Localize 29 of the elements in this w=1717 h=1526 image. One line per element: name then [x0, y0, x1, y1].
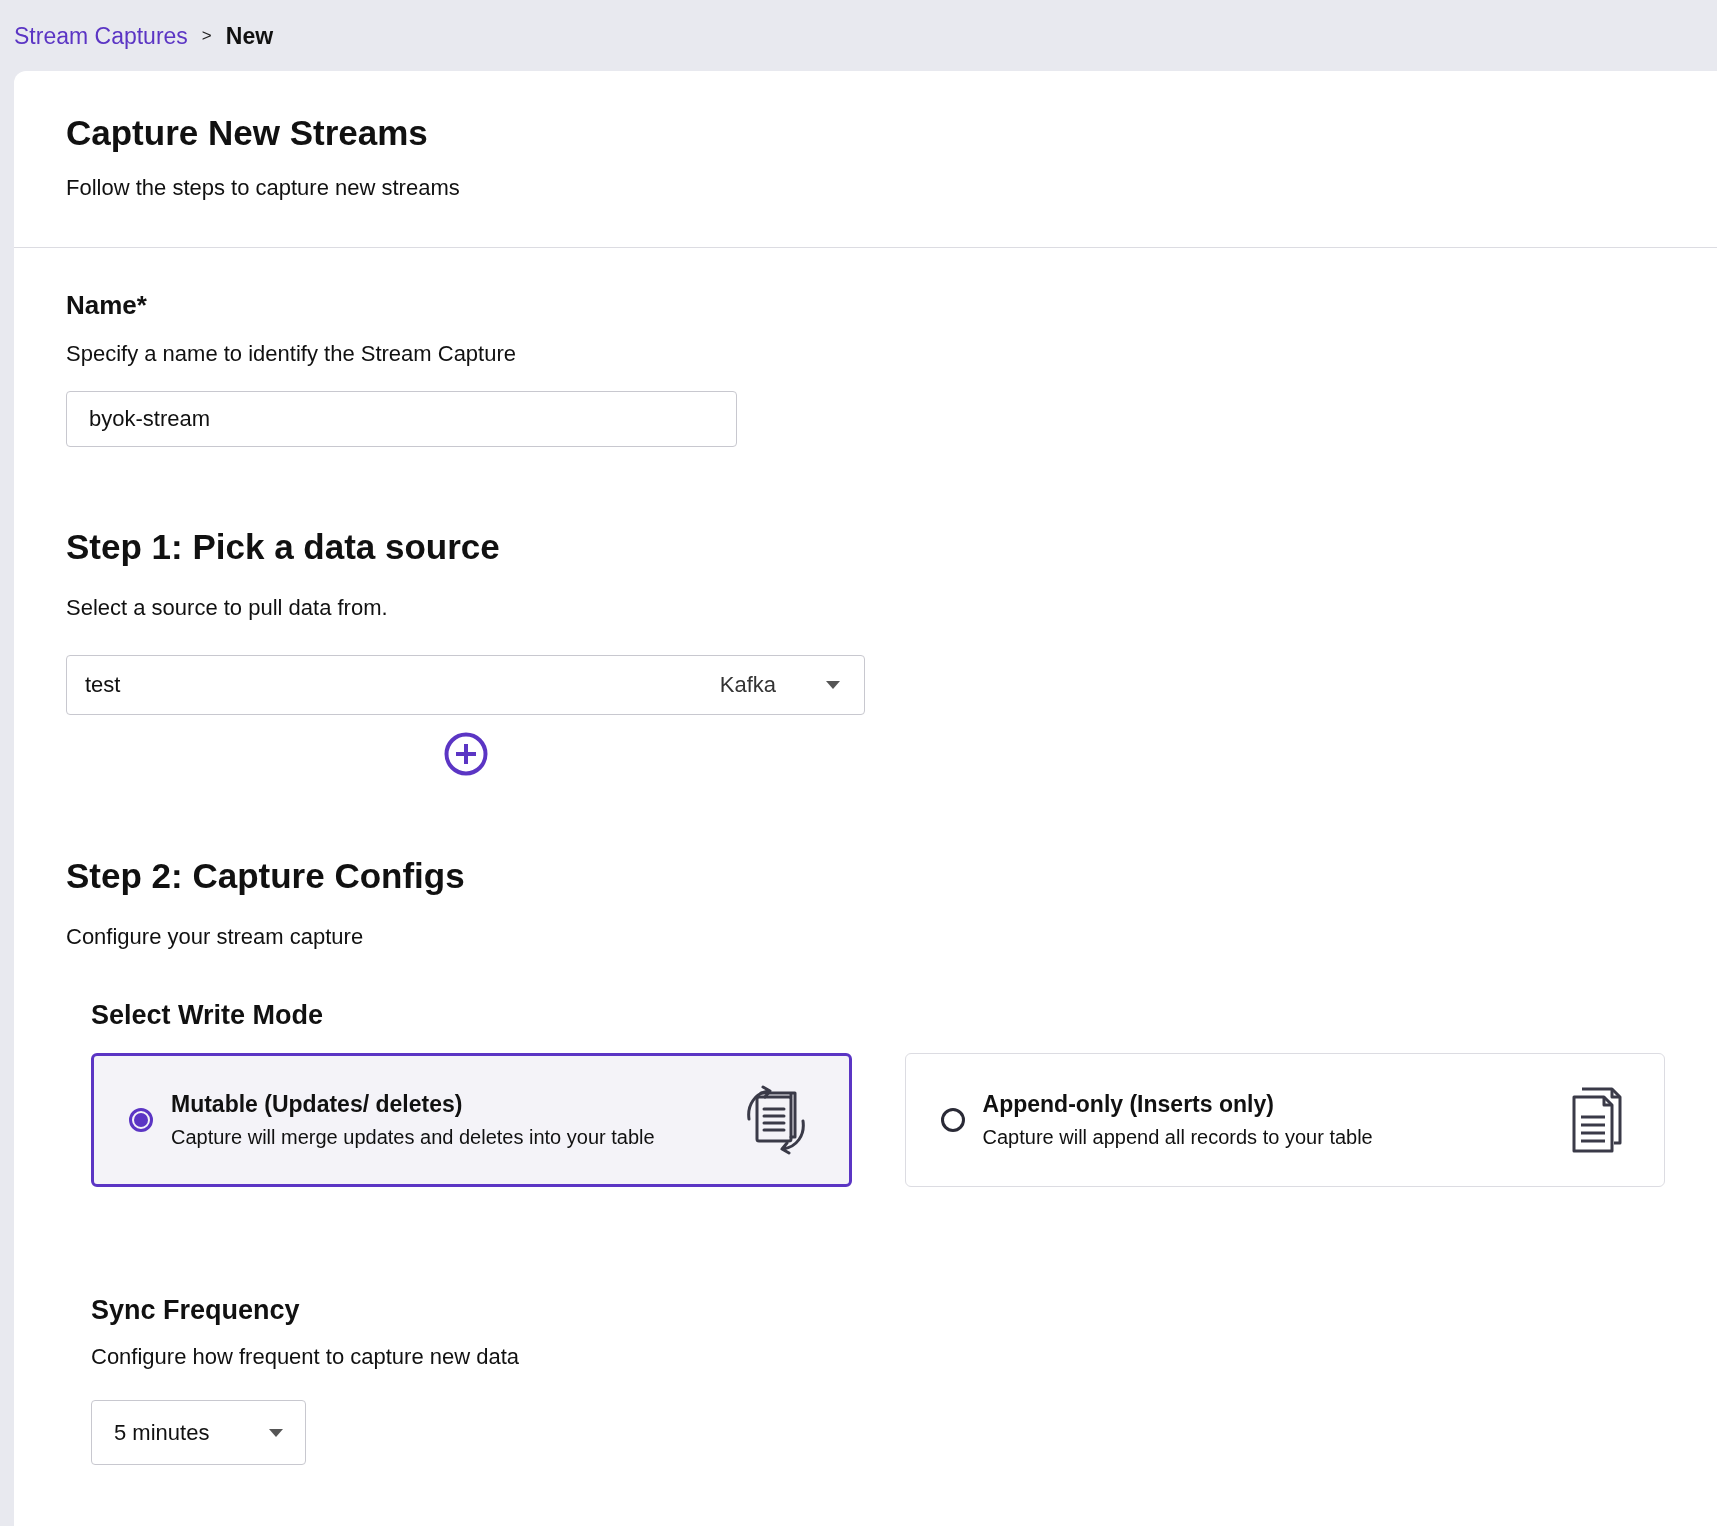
section-description: Configure how frequent to capture new data	[91, 1344, 521, 1370]
section-heading: Step 2: Capture Configs	[66, 856, 466, 896]
section-heading: Name*	[66, 290, 148, 321]
radio-button[interactable]	[940, 1108, 965, 1132]
breadcrumb-link[interactable]: Stream Captures	[14, 22, 188, 50]
write-mode-option[interactable]: Append-only (Inserts only) Capture will append all records to your table	[904, 1053, 1665, 1187]
caret-icon	[826, 681, 840, 689]
document-icon	[1570, 1085, 1624, 1155]
section-description: Specify a name to identify the Stream Capture	[66, 341, 517, 367]
add-icon[interactable]	[443, 732, 488, 776]
option-title: Append-only (Inserts only)	[982, 1091, 1275, 1118]
caret-icon	[269, 1428, 283, 1437]
section-description: Select a source to pull data from.	[66, 595, 389, 621]
page-title: Capture New Streams	[66, 113, 429, 153]
subsection-heading: Select Write Mode	[91, 1000, 325, 1031]
write-mode-option[interactable]: Mutable (Updates/ deletes) Capture will merge updates and deletes into your table	[91, 1053, 852, 1187]
source-select[interactable]: test Kafka	[66, 655, 865, 715]
option-description: Capture will merge updates and deletes into your table	[171, 1126, 656, 1149]
section-description: Configure your stream capture	[66, 924, 365, 950]
radio-button[interactable]	[129, 1108, 153, 1132]
option-description: Capture will append all records to your table	[982, 1126, 1374, 1149]
breadcrumb-current: New	[225, 22, 274, 50]
page-subtitle: Follow the steps to capture new streams	[66, 175, 461, 201]
subsection-heading: Sync Frequency	[91, 1295, 301, 1326]
option-title: Mutable (Updates/ deletes)	[171, 1091, 464, 1118]
section-heading: Step 1: Pick a data source	[66, 527, 501, 567]
frequency-select[interactable]: 5 minutes	[91, 1400, 306, 1465]
name-input-field[interactable]: byok-stream	[66, 391, 737, 447]
breadcrumb-separator: >	[201, 26, 212, 46]
